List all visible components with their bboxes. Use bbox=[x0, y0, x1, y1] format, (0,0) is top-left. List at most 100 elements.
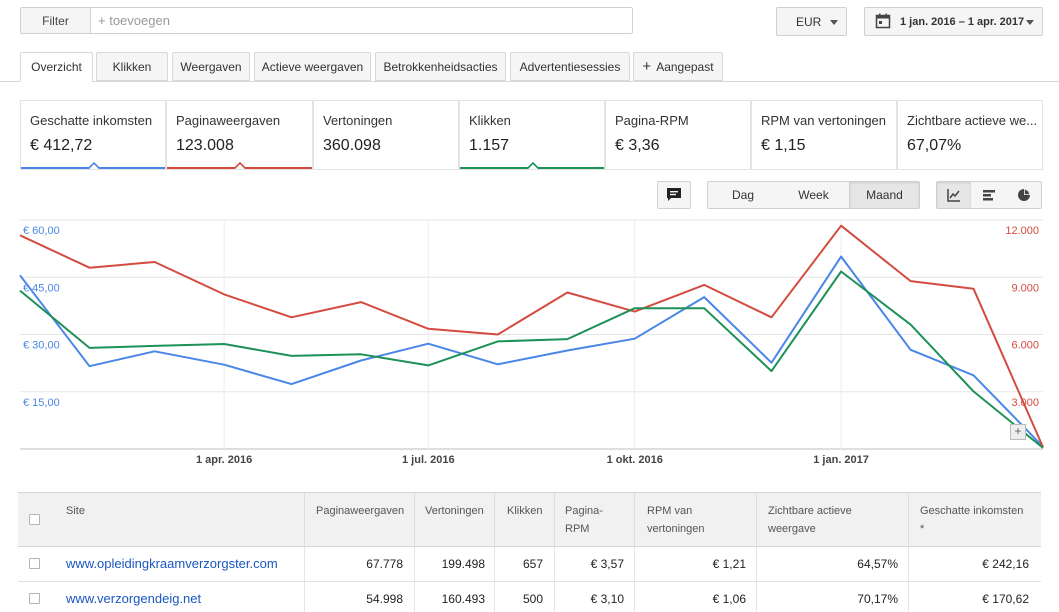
column-header-klikken[interactable]: Klikken bbox=[494, 493, 554, 548]
y-right-tick-label: 12.000 bbox=[1005, 225, 1039, 237]
cell-pageviews: 67.778 bbox=[366, 557, 403, 571]
y-left-tick-label: € 60,00 bbox=[23, 225, 60, 237]
cell-clicks: 657 bbox=[522, 557, 543, 571]
bar-chart-icon bbox=[982, 190, 995, 201]
column-header-vertoningen[interactable]: Vertoningen bbox=[414, 493, 494, 548]
series-line-paginaweergaven bbox=[19, 224, 1044, 448]
column-header-rpm-van-vertoningen[interactable]: RPM van vertoningen bbox=[634, 493, 756, 548]
cell-page-rpm: € 3,10 bbox=[590, 592, 624, 606]
filter-button[interactable]: Filter bbox=[20, 7, 91, 34]
bar-chart-view-button[interactable] bbox=[971, 181, 1007, 209]
calendar-icon bbox=[875, 13, 891, 32]
tab-weergaven[interactable]: Weergaven bbox=[172, 52, 250, 81]
x-tick-label: 1 jul. 2016 bbox=[402, 454, 455, 466]
tab-aangepast-label: Aangepast bbox=[656, 59, 714, 74]
currency-label: EUR bbox=[796, 14, 822, 29]
metric-value: 1.157 bbox=[469, 137, 510, 154]
metric-card-vertoningen[interactable]: Vertoningen 360.098 bbox=[313, 100, 459, 170]
column-header-site[interactable]: Site bbox=[56, 493, 304, 548]
series-line-klikken bbox=[19, 270, 1044, 449]
line-chart-icon bbox=[947, 189, 960, 202]
column-header-pagina-rpm[interactable]: Pagina-RPM bbox=[554, 493, 634, 548]
metric-card-pagina-rpm[interactable]: Pagina-RPM € 3,36 bbox=[605, 100, 751, 170]
granularity-dag-button[interactable]: Dag bbox=[707, 181, 779, 209]
column-header-geschatte-inkomsten[interactable]: Geschatte inkomsten * bbox=[908, 493, 1041, 548]
metric-card-rpm-van-vertoningen[interactable]: RPM van vertoningen € 1,15 bbox=[751, 100, 897, 170]
cell-viewable: 64,57% bbox=[857, 557, 898, 571]
table-header: Site Paginaweergaven Vertoningen Klikken… bbox=[18, 492, 1041, 548]
table-row: www.verzorgendeig.net 54.998 160.493 500… bbox=[18, 582, 1041, 612]
row-checkbox[interactable] bbox=[29, 593, 40, 604]
currency-select[interactable]: EUR bbox=[776, 7, 847, 36]
site-link[interactable]: www.verzorgendeig.net bbox=[66, 582, 201, 612]
annotation-button[interactable] bbox=[657, 181, 691, 209]
metric-pointer-icon bbox=[526, 161, 540, 169]
site-link[interactable]: www.opleidingkraamverzorgster.com bbox=[66, 547, 278, 581]
chevron-down-icon bbox=[830, 20, 838, 25]
y-left-tick-label: € 45,00 bbox=[23, 282, 60, 294]
metric-pointer-icon bbox=[233, 161, 247, 169]
comment-icon bbox=[667, 188, 681, 201]
x-tick-label: 1 jan. 2017 bbox=[813, 454, 869, 466]
metric-label: RPM van vertoningen bbox=[761, 113, 887, 128]
table-row: www.opleidingkraamverzorgster.com 67.778… bbox=[18, 547, 1041, 582]
cell-impressions: 199.498 bbox=[441, 557, 485, 571]
sites-table: Site Paginaweergaven Vertoningen Klikken… bbox=[18, 492, 1041, 612]
date-range-label: 1 jan. 2016 – 1 apr. 2017 bbox=[900, 15, 1025, 28]
cell-impression-rpm: € 1,21 bbox=[712, 557, 746, 571]
metric-value: € 3,36 bbox=[615, 137, 660, 154]
metric-value: € 412,72 bbox=[30, 137, 93, 154]
metric-card-paginaweergaven[interactable]: Paginaweergaven 123.008 bbox=[166, 100, 313, 170]
cell-impression-rpm: € 1,06 bbox=[712, 592, 746, 606]
metric-label: Zichtbare actieve we... bbox=[907, 113, 1038, 128]
metric-label: Geschatte inkomsten bbox=[30, 113, 153, 128]
pie-chart-view-button[interactable] bbox=[1006, 181, 1042, 209]
metric-card-zichtbare-actieve-weergave[interactable]: Zichtbare actieve we... 67,07% bbox=[897, 100, 1043, 170]
line-chart-view-button[interactable] bbox=[936, 181, 972, 209]
metric-pointer-icon bbox=[87, 161, 101, 169]
tab-aangepast[interactable]: + Aangepast bbox=[633, 52, 723, 81]
granularity-maand-button[interactable]: Maand bbox=[849, 181, 920, 209]
column-header-paginaweergaven[interactable]: Paginaweergaven bbox=[304, 493, 414, 548]
metric-value: € 1,15 bbox=[761, 137, 806, 154]
chevron-down-icon bbox=[1026, 20, 1034, 25]
y-left-tick-label: € 30,00 bbox=[23, 340, 60, 352]
filter-input[interactable]: + toevoegen bbox=[91, 7, 633, 34]
tab-overzicht[interactable]: Overzicht bbox=[20, 52, 93, 82]
tab-klikken[interactable]: Klikken bbox=[96, 52, 168, 81]
metric-label: Pagina-RPM bbox=[615, 113, 689, 128]
metric-card-geschatte-inkomsten[interactable]: Geschatte inkomsten € 412,72 bbox=[20, 100, 166, 170]
cell-impressions: 160.493 bbox=[441, 592, 485, 606]
cell-viewable: 70,17% bbox=[857, 592, 898, 606]
pie-chart-icon bbox=[1017, 189, 1030, 201]
y-left-tick-label: € 15,00 bbox=[23, 397, 60, 409]
date-range-picker[interactable]: 1 jan. 2016 – 1 apr. 2017 bbox=[864, 7, 1043, 36]
granularity-week-button[interactable]: Week bbox=[778, 181, 850, 209]
select-all-checkbox[interactable] bbox=[29, 514, 40, 525]
line-chart: 1 apr. 2016 1 jul. 2016 1 okt. 2016 1 jan. … bbox=[19, 219, 1044, 466]
cell-pageviews: 54.998 bbox=[366, 592, 403, 606]
metric-value: 360.098 bbox=[323, 137, 381, 154]
cell-clicks: 500 bbox=[522, 592, 543, 606]
tab-actieve-weergaven[interactable]: Actieve weergaven bbox=[254, 52, 371, 81]
metric-label: Vertoningen bbox=[323, 113, 393, 128]
metric-value: 67,07% bbox=[907, 137, 962, 154]
y-right-tick-label: 6.000 bbox=[1011, 340, 1039, 352]
cell-page-rpm: € 3,57 bbox=[590, 557, 624, 571]
tab-advertentiesessies[interactable]: Advertentiesessies bbox=[510, 52, 630, 81]
plus-icon: + bbox=[642, 57, 652, 75]
cell-earnings: € 170,62 bbox=[982, 592, 1029, 606]
tabs-divider bbox=[0, 81, 1059, 82]
metric-card-klikken[interactable]: Klikken 1.157 bbox=[459, 100, 605, 170]
x-tick-label: 1 apr. 2016 bbox=[196, 454, 252, 466]
cell-earnings: € 242,16 bbox=[982, 557, 1029, 571]
column-header-zichtbare-actieve-weergave[interactable]: Zichtbare actieve weergave bbox=[756, 493, 908, 548]
zoom-plus-icon[interactable]: + bbox=[1010, 424, 1026, 440]
tab-betrokkenheidsacties[interactable]: Betrokkenheidsacties bbox=[375, 52, 506, 81]
metric-value: 123.008 bbox=[176, 137, 234, 154]
x-tick-label: 1 okt. 2016 bbox=[607, 454, 663, 466]
row-checkbox[interactable] bbox=[29, 558, 40, 569]
y-right-tick-label: 9.000 bbox=[1011, 282, 1039, 294]
y-right-tick-label: 3.000 bbox=[1011, 397, 1039, 409]
metric-label: Klikken bbox=[469, 113, 511, 128]
